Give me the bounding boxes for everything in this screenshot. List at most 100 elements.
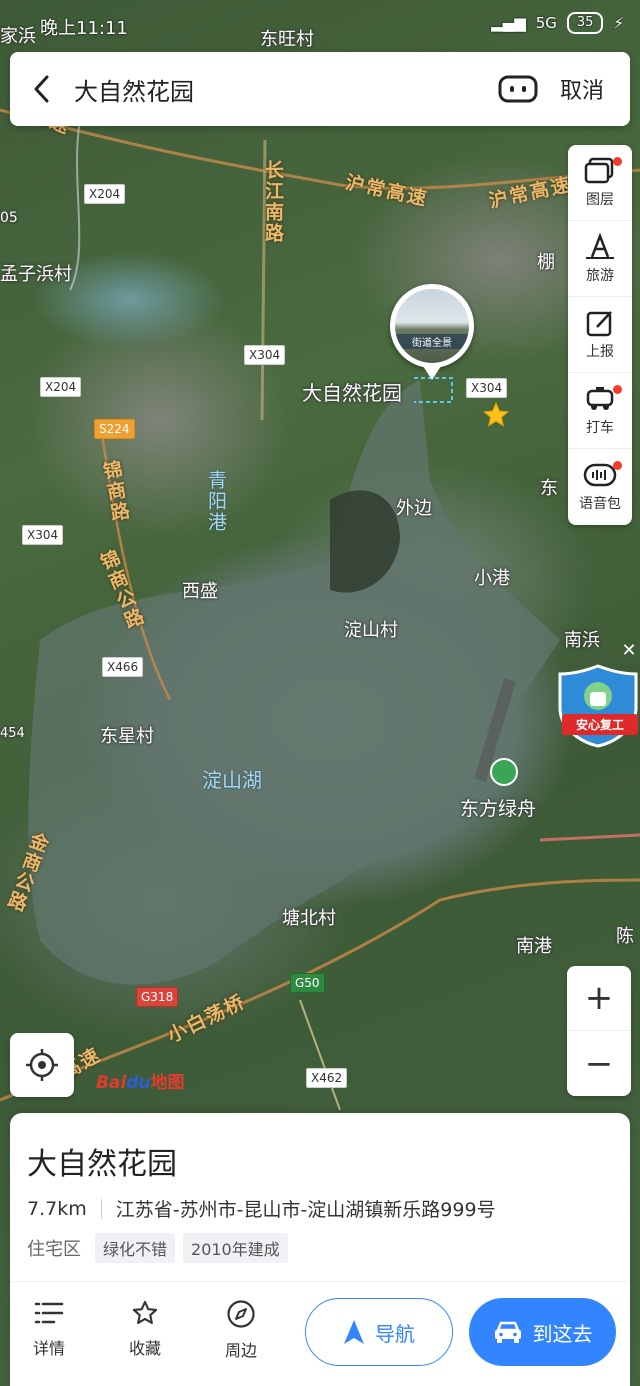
- road-badge-x462: X462: [306, 1068, 348, 1088]
- charging-icon: ⚡: [613, 14, 624, 32]
- promo-label: 安心复工: [562, 714, 638, 735]
- voice-assistant-button[interactable]: [494, 65, 542, 113]
- road-badge-x304-c: X304: [22, 525, 64, 545]
- tool-label: 图层: [586, 191, 614, 208]
- travel-icon: [586, 232, 614, 259]
- tool-report[interactable]: 上报: [568, 297, 632, 373]
- map-label-nanbang: 南浜: [564, 630, 600, 651]
- search-input[interactable]: 大自然花园: [74, 72, 494, 107]
- battery-icon: 35: [566, 12, 604, 34]
- tool-taxi[interactable]: 打车: [568, 373, 632, 449]
- nearby-button[interactable]: 周边: [211, 1299, 271, 1369]
- search-bar: 大自然花园 取消: [10, 52, 630, 126]
- map-label-nangang: 南港: [516, 936, 552, 957]
- tool-travel[interactable]: 旅游: [568, 221, 632, 297]
- cancel-button[interactable]: 取消: [542, 73, 630, 105]
- streetview-pointer: [423, 366, 441, 380]
- go-here-label: 到这去: [532, 1321, 593, 1346]
- streetview-label: 街道全景: [395, 334, 469, 349]
- car-icon: [494, 1321, 521, 1343]
- poi-category: 住宅区: [27, 1239, 81, 1260]
- zoom-control: + −: [567, 966, 631, 1096]
- streetview-thumbnail[interactable]: 街道全景: [390, 284, 474, 368]
- map-label-tangbeicun: 塘北村: [282, 908, 336, 929]
- favorite-label: 收藏: [128, 1339, 161, 1358]
- shield-icon: [558, 664, 638, 748]
- voice-pack-icon: [583, 463, 617, 487]
- layers-icon: [584, 157, 614, 183]
- navigate-label: 导航: [375, 1321, 415, 1346]
- baidu-map-logo: Baidu地图: [96, 1068, 185, 1093]
- card-divider: [10, 1281, 630, 1282]
- go-here-button[interactable]: 到这去: [469, 1298, 616, 1366]
- notification-dot: [613, 461, 622, 470]
- logo-bai: Bai: [96, 1073, 127, 1093]
- status-icons: ▂▄▆ 5G 35 ⚡: [491, 12, 624, 34]
- signal-icon: ▂▄▆: [491, 14, 526, 32]
- favorite-button[interactable]: 收藏: [115, 1299, 175, 1369]
- status-bar: 晚上11:11 ▂▄▆ 5G 35 ⚡: [0, 0, 640, 44]
- tool-label: 上报: [586, 343, 614, 360]
- promo-close-icon[interactable]: ✕: [618, 640, 640, 662]
- poi-distance: 7.7km: [27, 1197, 87, 1220]
- network-label: 5G: [535, 14, 557, 32]
- notification-dot: [613, 385, 622, 394]
- locate-button[interactable]: [10, 1033, 74, 1097]
- report-icon: [586, 310, 612, 336]
- poi-tag: 2010年建成: [183, 1233, 288, 1263]
- poi-tags: 住宅区 绿化不错 2010年建成: [27, 1233, 288, 1263]
- info-divider: [100, 1198, 102, 1219]
- map-label-dianshanhu: 淀山湖: [202, 768, 262, 792]
- poi-info: 7.7km 江苏省-苏州市-昆山市-淀山湖镇新乐路999号: [27, 1195, 496, 1222]
- poi-detail-card[interactable]: 大自然花园 7.7km 江苏省-苏州市-昆山市-淀山湖镇新乐路999号 住宅区 …: [10, 1113, 630, 1386]
- navigate-button[interactable]: 导航: [305, 1298, 453, 1366]
- road-badge-x304-a: X304: [244, 345, 286, 365]
- detail-button[interactable]: 详情: [19, 1299, 79, 1369]
- plus-icon: +: [584, 978, 614, 1018]
- zoom-out-button[interactable]: −: [567, 1031, 631, 1096]
- marker-label[interactable]: 大自然花园: [302, 377, 402, 406]
- tool-label: 旅游: [586, 267, 614, 284]
- map-label-xiaogang: 小港: [474, 568, 510, 589]
- tool-voice-pack[interactable]: 语音包: [568, 449, 632, 525]
- voice-assistant-icon: [498, 75, 538, 103]
- road-badge-g318: G318: [136, 987, 179, 1007]
- detail-label: 详情: [32, 1339, 65, 1358]
- crosshair-icon: [26, 1049, 58, 1081]
- promo-badge[interactable]: 安心复工: [556, 662, 640, 748]
- map-label-peng-edge: 棚: [537, 252, 555, 273]
- taxi-icon: [586, 386, 614, 410]
- notification-dot: [613, 157, 622, 166]
- nearby-label: 周边: [224, 1341, 257, 1360]
- road-badge-s224: S224: [94, 419, 135, 439]
- map-tools-panel: 图层 旅游 上报 打车 语音包: [568, 145, 632, 525]
- logo-map: 地图: [150, 1073, 185, 1093]
- road-badge-x204-a: X204: [84, 184, 126, 204]
- tool-layers[interactable]: 图层: [568, 145, 632, 221]
- status-time: 晚上11:11: [40, 18, 128, 39]
- battery-level: 35: [576, 15, 594, 30]
- back-button[interactable]: [10, 52, 74, 126]
- road-badge-x204-b: X204: [40, 377, 82, 397]
- map-label-num-454: 454: [0, 726, 25, 741]
- road-badge-x304-b: X304: [466, 378, 508, 398]
- map-label-num-05: 05: [0, 210, 18, 226]
- map-label-dianshancun: 淀山村: [344, 620, 398, 641]
- star-outline-icon: [132, 1300, 158, 1324]
- streetview-image: 街道全景: [395, 289, 469, 363]
- map-label-dong-edge: 东: [540, 478, 558, 499]
- road-badge-g50: G50: [290, 973, 325, 993]
- minus-icon: −: [584, 1043, 614, 1084]
- park-pin-icon[interactable]: [490, 758, 518, 786]
- map-label-waibian: 外边: [396, 498, 432, 519]
- map-label-xisheng: 西盛: [182, 581, 218, 602]
- logo-du: du: [126, 1073, 151, 1093]
- chevron-left-icon: [34, 75, 49, 103]
- road-label-changjiang: 长江南路: [262, 160, 284, 244]
- tool-label: 打车: [586, 419, 614, 436]
- zoom-in-button[interactable]: +: [567, 966, 631, 1031]
- tool-label: 语音包: [579, 496, 621, 512]
- map-label-mengzibang: 孟子浜村: [0, 264, 72, 285]
- compass-icon: [227, 1300, 255, 1328]
- poi-name: 大自然花园: [27, 1147, 177, 1182]
